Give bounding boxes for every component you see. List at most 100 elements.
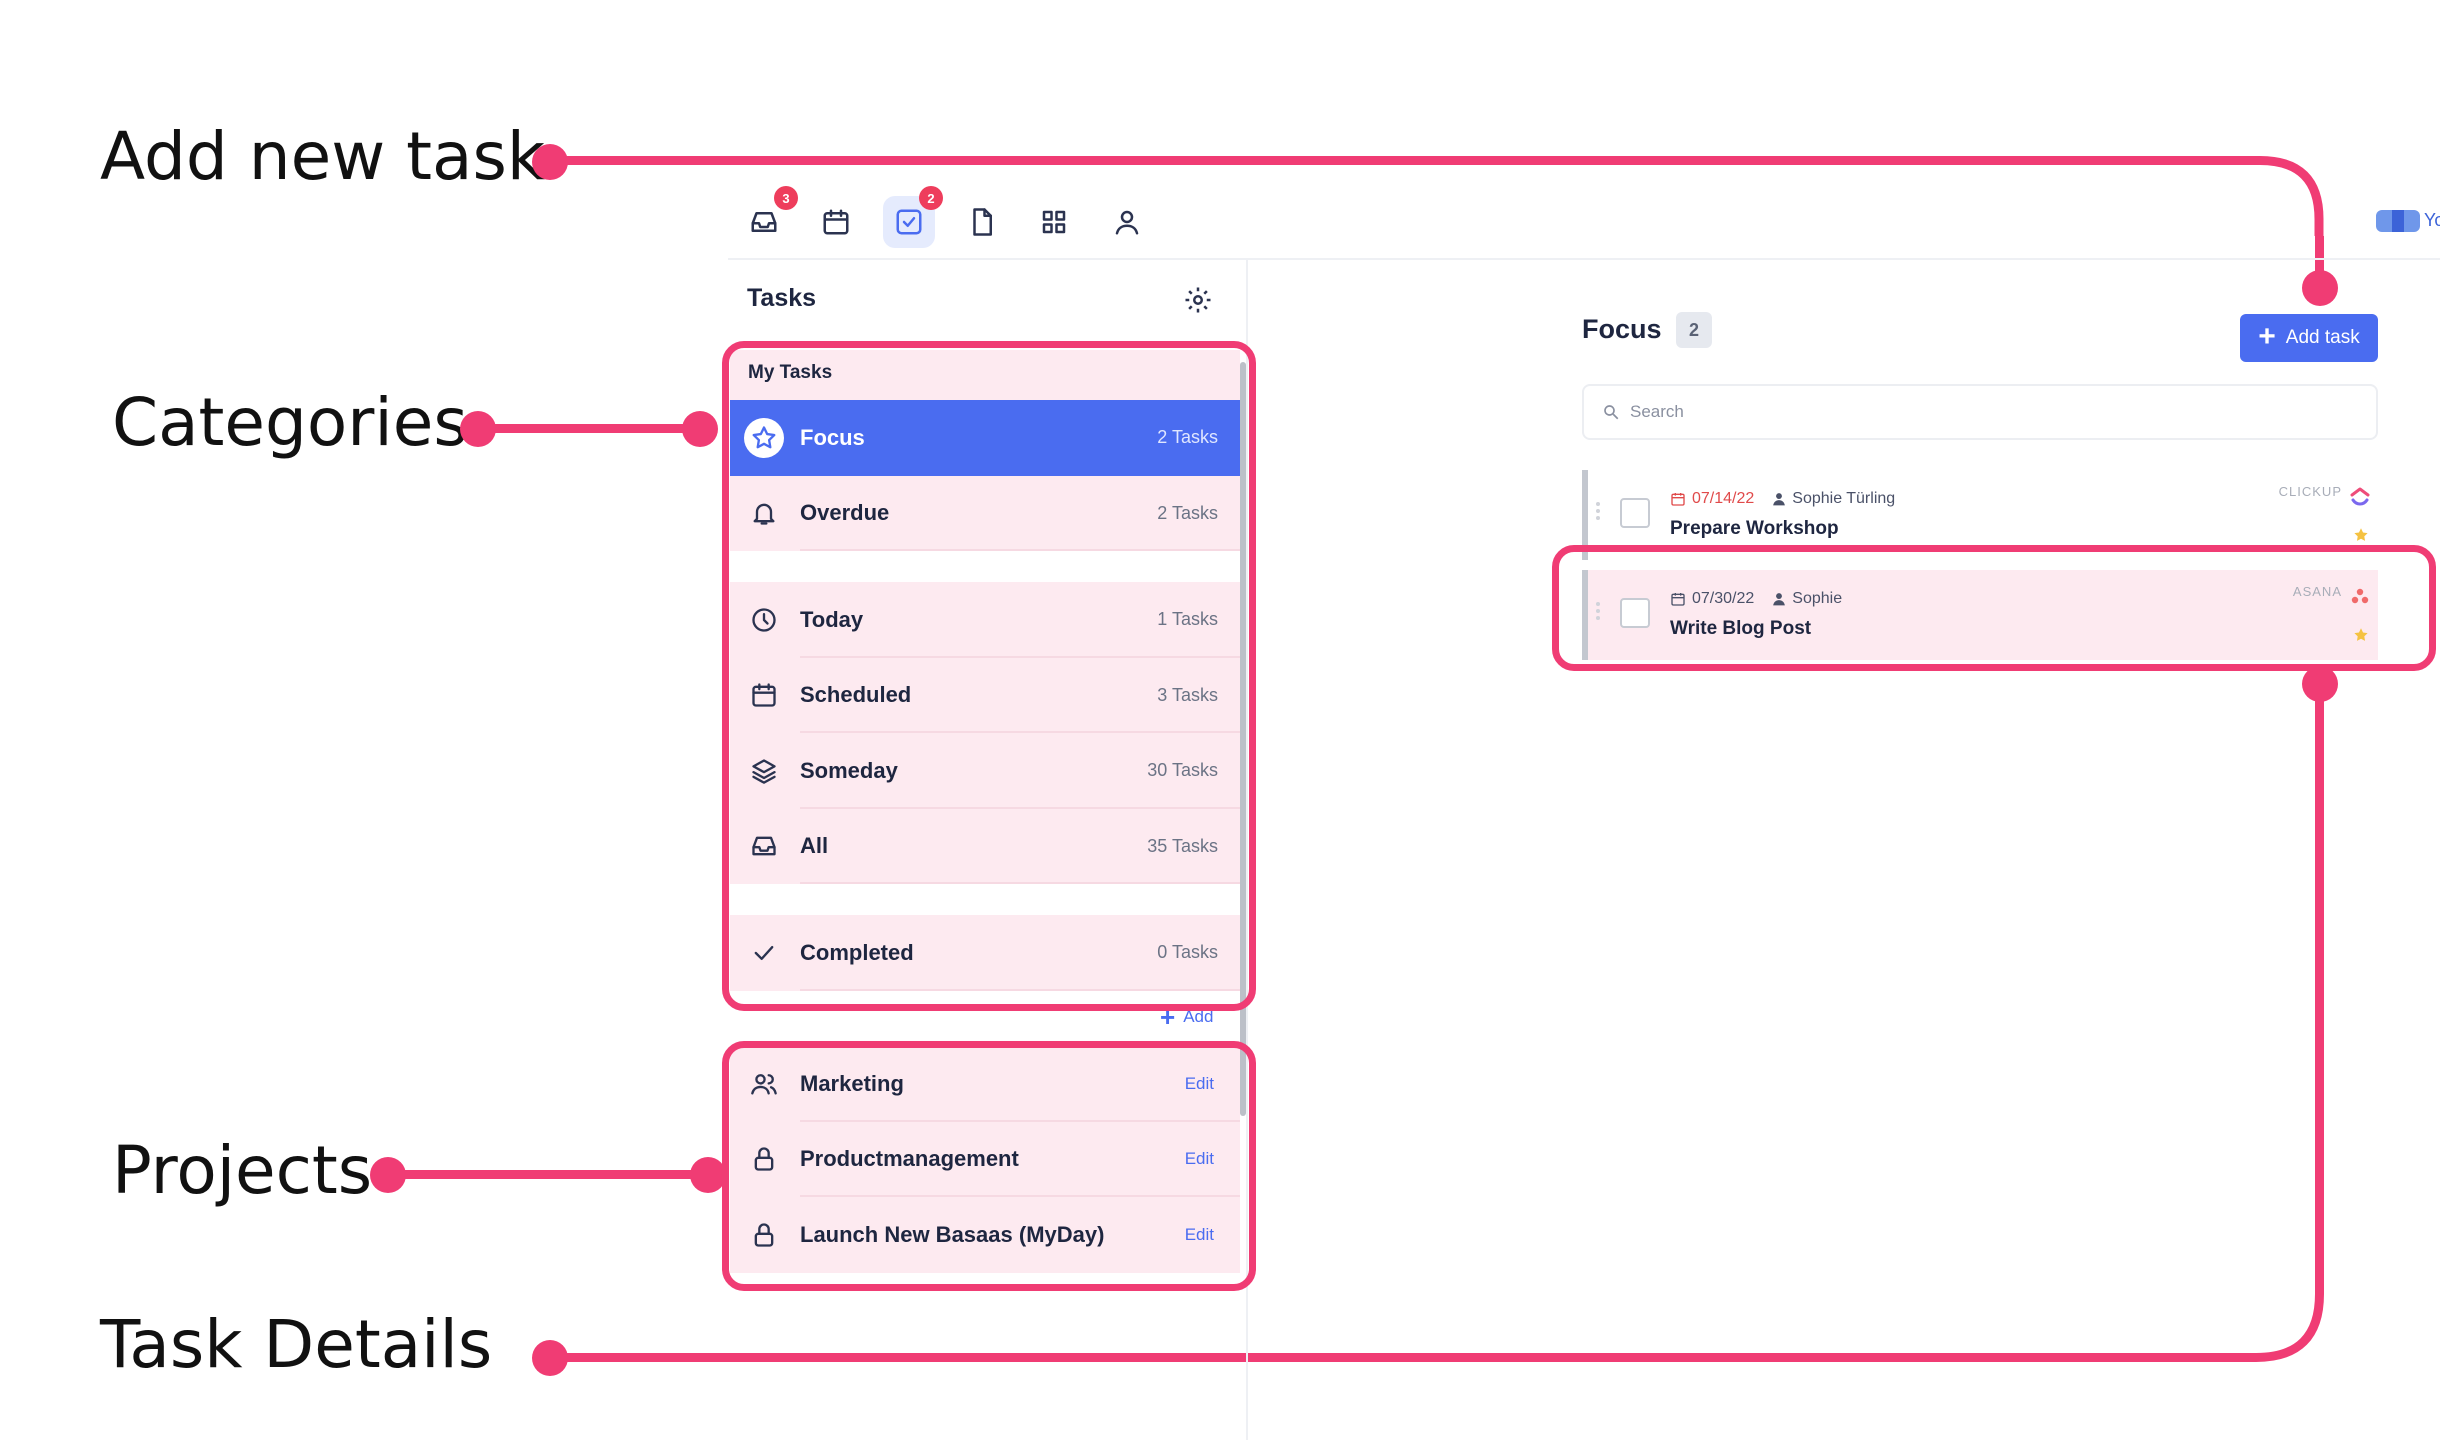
edit-link[interactable]: Edit [1185,1149,1214,1169]
document-icon[interactable] [956,196,1008,248]
brand-logo [2376,210,2420,232]
person-icon [1773,493,1786,506]
connector-line [478,424,702,433]
star-icon[interactable] [2352,526,2370,544]
apps-grid-icon[interactable] [1028,196,1080,248]
search-input[interactable] [1630,402,2330,422]
category-count: 3 Tasks [1157,684,1218,705]
project-label: Marketing [800,1070,904,1096]
task-checkbox[interactable] [1620,598,1650,628]
task-source: CLICKUP [2278,484,2342,499]
connector-dot [2302,270,2338,306]
search-icon [1604,405,1619,420]
main-count-badge: 2 [1676,312,1712,348]
task-card[interactable]: 07/30/22 Sophie Write Blog Post ASANA [1582,570,2378,660]
inbox-icon[interactable]: 3 [738,186,798,248]
plus-icon: + [2258,319,2276,353]
calendar-icon [744,675,784,715]
edit-link[interactable]: Edit [1185,1074,1214,1094]
project-productmanagement[interactable]: Productmanagement Edit [730,1121,1240,1197]
gear-icon[interactable] [1180,282,1216,318]
connector-corner [2240,1280,2324,1362]
connector-dot [682,411,718,447]
project-list: Marketing Edit Productmanagement Edit La… [730,1046,1240,1273]
task-due-date: 07/14/22 [1670,490,1754,508]
task-meta: 07/14/22 Sophie Türling [1670,490,1895,508]
users-icon [744,1064,784,1104]
connector-corner [2240,156,2324,236]
inbox-badge: 3 [774,186,798,210]
category-count: 2 Tasks [1157,427,1218,448]
topbar-divider [728,258,2440,260]
annotation-categories: Categories [112,384,468,461]
category-label: Someday [800,757,898,783]
category-count: 2 Tasks [1157,502,1218,523]
task-card[interactable]: 07/14/22 Sophie Türling Prepare Workshop… [1582,470,2378,560]
edit-link[interactable]: Edit [1185,1225,1214,1245]
connector-line [550,1353,2250,1362]
category-count: 35 Tasks [1147,835,1218,856]
drag-handle-icon[interactable] [1596,602,1604,624]
category-count: 1 Tasks [1157,609,1218,630]
category-list: Focus 2 Tasks Overdue 2 Tasks Today 1 Ta… [730,400,1240,991]
sidebar-divider [1246,260,1248,1440]
star-icon[interactable] [2352,626,2370,644]
task-assignee: Sophie [1772,590,1842,608]
sidebar-scrollbar[interactable] [1240,362,1246,1116]
drag-handle-icon[interactable] [1596,502,1604,524]
sidebar-title: Tasks [747,284,817,312]
lock-icon [744,1139,784,1179]
project-marketing[interactable]: Marketing Edit [730,1046,1240,1122]
add-project-link[interactable]: + Add [1160,1004,1213,1030]
calendar-icon[interactable] [810,196,862,248]
category-all[interactable]: All 35 Tasks [730,808,1240,884]
clock-icon [744,600,784,640]
task-meta: 07/30/22 Sophie [1670,590,1842,608]
search-field[interactable] [1582,384,2378,440]
task-assignee: Sophie Türling [1772,490,1895,508]
task-source: ASANA [2292,584,2342,599]
task-checkbox[interactable] [1620,498,1650,528]
category-completed[interactable]: Completed 0 Tasks [730,915,1240,991]
category-today[interactable]: Today 1 Tasks [730,582,1240,658]
my-tasks-header: My Tasks [730,350,1240,400]
category-label: Focus [800,424,865,450]
bell-icon [744,493,784,533]
category-label: Today [800,606,864,632]
category-focus[interactable]: Focus 2 Tasks [730,400,1240,476]
annotation-projects: Projects [112,1132,373,1209]
category-label: Completed [800,939,914,965]
tasks-badge: 2 [919,186,943,210]
task-date-text: 07/30/22 [1692,590,1755,607]
connector-dot [2302,666,2338,702]
category-overdue[interactable]: Overdue 2 Tasks [730,475,1240,551]
project-launch-new-basaas[interactable]: Launch New Basaas (MyDay) Edit [730,1197,1240,1273]
annotation-task-details: Task Details [100,1306,493,1383]
task-title: Prepare Workshop [1670,518,1839,539]
asana-logo-icon [2351,588,2369,604]
task-due-date: 07/30/22 [1670,590,1754,608]
project-label: Productmanagement [800,1146,1019,1172]
add-label: Add [1183,1007,1214,1026]
user-icon[interactable] [1101,196,1153,248]
category-count: 30 Tasks [1147,760,1218,781]
category-label: Overdue [800,500,890,526]
category-count: 0 Tasks [1157,942,1218,963]
category-someday[interactable]: Someday 30 Tasks [730,733,1240,809]
add-task-label: Add task [2285,327,2360,348]
connector-line [550,156,2260,165]
tasks-icon[interactable]: 2 [883,186,943,248]
plus-icon: + [1160,1002,1176,1032]
layers-icon [744,751,784,791]
clickup-logo-icon [2350,487,2370,506]
connector-dot [690,1157,726,1193]
category-label: Scheduled [800,682,912,708]
project-label: Launch New Basaas (MyDay) [800,1221,1105,1247]
task-title: Write Blog Post [1670,618,1812,639]
task-date-text: 07/14/22 [1692,490,1755,507]
add-task-button[interactable]: + Add task [2240,314,2378,362]
connector-line [388,1170,704,1179]
brand-text: Yo [2424,210,2440,230]
main-title: Focus [1582,314,1662,344]
category-scheduled[interactable]: Scheduled 3 Tasks [730,657,1240,733]
